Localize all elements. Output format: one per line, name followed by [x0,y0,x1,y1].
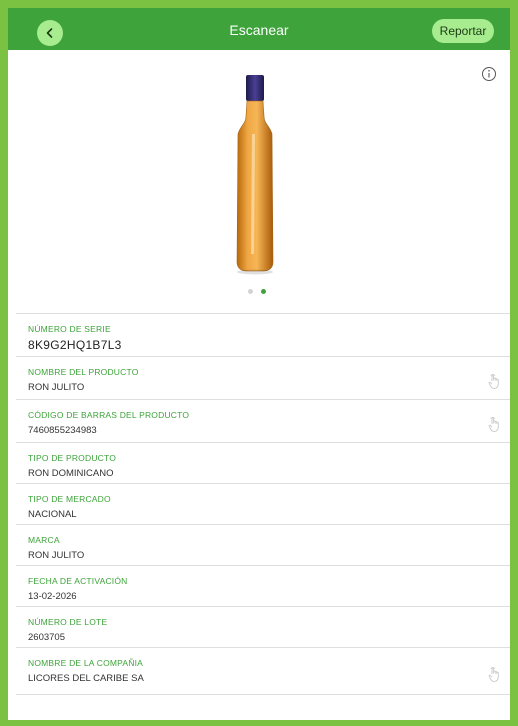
field-value: 13-02-2026 [28,591,77,602]
field-value: 2603705 [28,632,65,643]
tap-hand-icon[interactable] [487,372,501,390]
field-label: TIPO DE PRODUCTO [28,453,117,463]
product-image [236,75,274,275]
field-value: RON DOMINICANO [28,468,114,479]
field-label: CÓDIGO DE BARRAS DEL PRODUCTO [28,410,190,420]
field-label: NÚMERO DE SERIE [28,324,111,334]
report-button[interactable]: Reportar [432,19,494,43]
field-label: FECHA DE ACTIVACIÓN [28,576,128,586]
field-product-name: NOMBRE DEL PRODUCTO RON JULITO [16,357,510,400]
field-label: NOMBRE DE LA COMPAÑIA [28,658,144,668]
tap-hand-icon[interactable] [487,665,501,683]
field-lot-number: NÚMERO DE LOTE 2603705 [16,607,510,648]
field-value: RON JULITO [28,550,85,561]
field-serial-number: NÚMERO DE SERIE 8K9G2HQ1B7L3 [16,314,510,357]
field-product-barcode: CÓDIGO DE BARRAS DEL PRODUCTO 74608552349… [16,400,510,443]
field-value: NACIONAL [28,509,77,520]
field-value: LICORES DEL CARIBE SA [28,673,144,684]
field-product-type: TIPO DE PRODUCTO RON DOMINICANO [16,443,510,484]
field-activation-date: FECHA DE ACTIVACIÓN 13-02-2026 [16,566,510,607]
field-brand: MARCA RON JULITO [16,525,510,566]
field-label: MARCA [28,535,60,545]
field-value: 7460855234983 [28,425,97,436]
tap-hand-icon[interactable] [487,415,501,433]
info-icon[interactable] [481,66,497,82]
field-value: RON JULITO [28,382,85,393]
product-details-list: NÚMERO DE SERIE 8K9G2HQ1B7L3 NOMBRE DEL PR… [16,313,510,695]
app-frame: Escanear Reportar NÚMERO DE SERIE 8K9G2H… [8,8,510,720]
field-company-name: NOMBRE DE LA COMPAÑIA LICORES DEL CARIBE … [16,648,510,695]
field-label: TIPO DE MERCADO [28,494,111,504]
field-market-type: TIPO DE MERCADO NACIONAL [16,484,510,525]
carousel-indicator [248,289,266,294]
header-bar: Escanear Reportar [8,8,510,50]
field-label: NÚMERO DE LOTE [28,617,108,627]
field-label: NOMBRE DEL PRODUCTO [28,367,139,377]
carousel-dot[interactable] [248,289,253,294]
field-value: 8K9G2HQ1B7L3 [28,338,122,352]
carousel-dot-active[interactable] [261,289,266,294]
